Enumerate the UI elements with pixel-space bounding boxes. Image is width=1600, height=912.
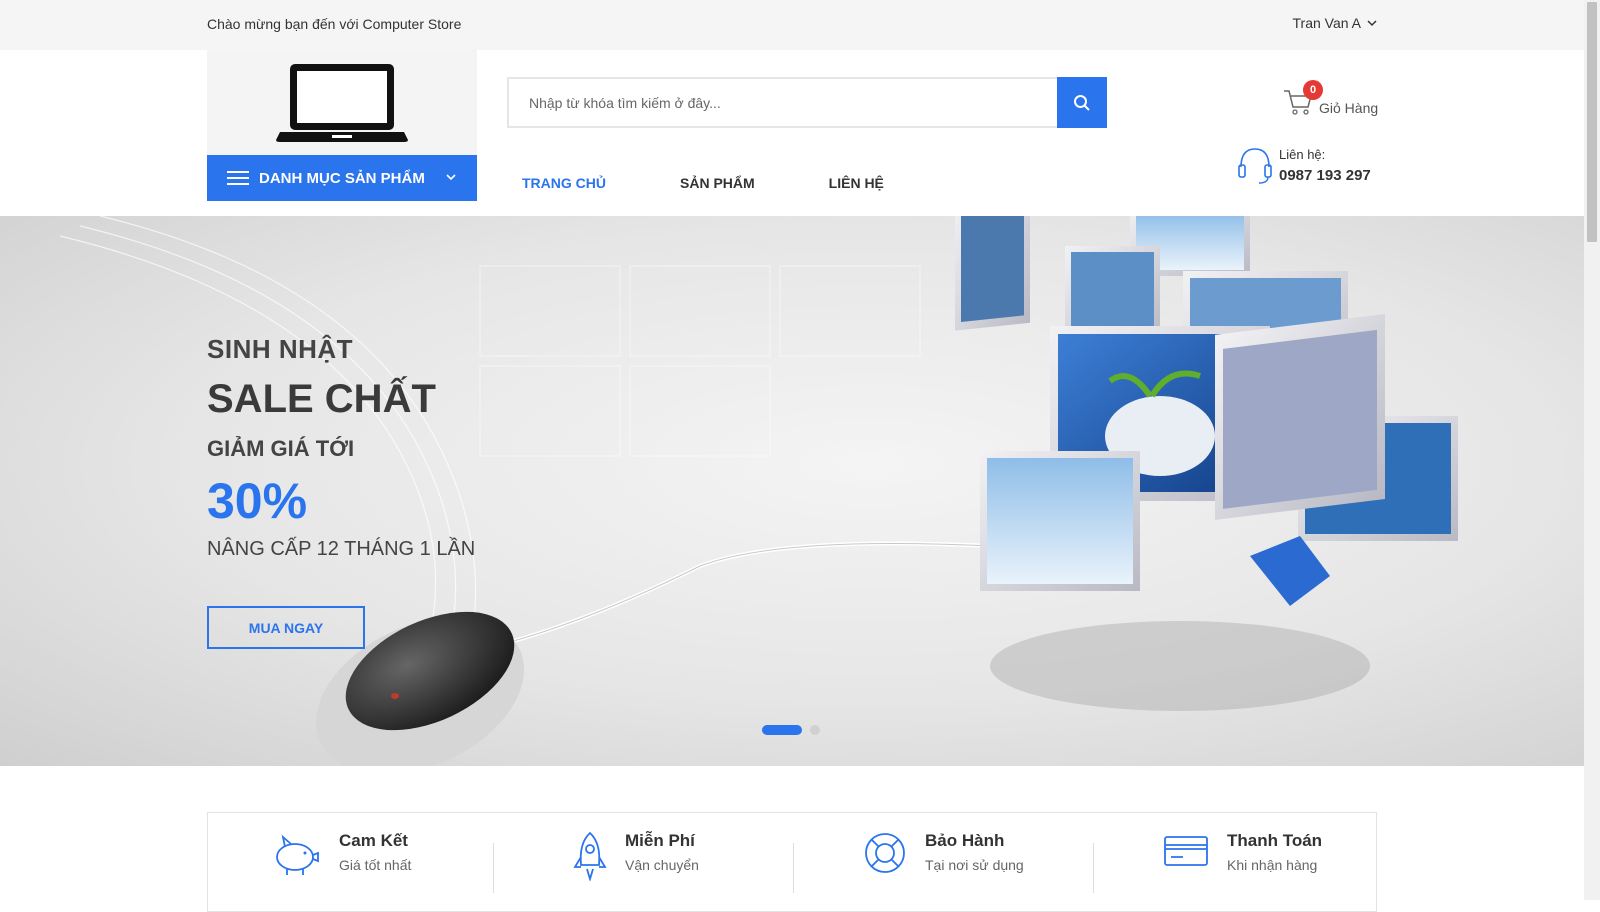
- feature-item: Miễn Phí Vận chuyển: [573, 831, 699, 881]
- banner-line-3: GIẢM GIÁ TỚI: [207, 436, 355, 461]
- credit-card-icon: [1164, 836, 1208, 866]
- feature-title: Thanh Toán: [1227, 831, 1323, 850]
- welcome-text: Chào mừng bạn đến với Computer Store: [207, 16, 462, 32]
- search-bar: [507, 77, 1107, 128]
- cart-button[interactable]: 0 Giỏ Hàng: [1283, 80, 1383, 120]
- slide-dot-2[interactable]: [810, 725, 820, 735]
- feature-subtitle: Vận chuyển: [625, 857, 699, 873]
- feature-item: Bảo Hành Tại nơi sử dụng: [863, 831, 1024, 875]
- feature-item: Cam Kết Giá tốt nhất: [271, 831, 411, 877]
- rocket-icon: [573, 831, 607, 881]
- nav-contact[interactable]: LIÊN HỆ: [829, 175, 884, 191]
- features-strip: Cam Kết Giá tốt nhất Miễn Phí Vận chuyển…: [207, 812, 1377, 912]
- feature-title: Cam Kết: [339, 831, 408, 850]
- feature-item: Thanh Toán Khi nhận hàng: [1163, 831, 1322, 873]
- feature-title: Miễn Phí: [625, 831, 695, 850]
- buy-now-button[interactable]: MUA NGAY: [207, 606, 365, 649]
- search-input[interactable]: [509, 79, 1057, 126]
- divider: [1093, 843, 1094, 893]
- headset-icon: [1238, 148, 1272, 184]
- category-menu-button[interactable]: DANH MỤC SẢN PHẨM: [207, 155, 477, 201]
- divider: [493, 843, 494, 893]
- search-icon: [1074, 94, 1090, 111]
- page-scrollbar[interactable]: [1584, 0, 1600, 900]
- scrollbar-thumb[interactable]: [1587, 2, 1597, 242]
- slider-dots: [762, 725, 820, 735]
- laptop-icon: [276, 64, 408, 142]
- feature-title: Bảo Hành: [925, 831, 1005, 850]
- top-bar: Chào mừng bạn đến với Computer Store Tra…: [0, 0, 1584, 50]
- contact-phone[interactable]: 0987 193 297: [1279, 167, 1371, 184]
- slide-text: SINH NHẬT SALE CHẤT GIẢM GIÁ TỚI 30% NÂN…: [207, 334, 475, 561]
- user-name: Tran Van A: [1292, 15, 1361, 31]
- contact-info: Liên hệ: 0987 193 297: [1237, 145, 1371, 190]
- piggy-bank-icon: [276, 834, 319, 875]
- feature-subtitle: Khi nhận hàng: [1227, 857, 1318, 873]
- user-menu[interactable]: Tran Van A: [1293, 15, 1377, 31]
- nav-products[interactable]: SẢN PHẨM: [680, 175, 755, 191]
- banner-line-1: SINH NHẬT: [207, 334, 354, 364]
- feature-subtitle: Tại nơi sử dụng: [925, 857, 1024, 873]
- hamburger-icon: [227, 171, 249, 185]
- category-label: DANH MỤC SẢN PHẨM: [259, 169, 425, 187]
- nav-home[interactable]: TRANG CHỦ: [522, 175, 606, 191]
- banner-line-2: SALE CHẤT: [207, 377, 436, 421]
- banner-line-5: NÂNG CẤP 12 THÁNG 1 LẦN: [207, 538, 476, 560]
- slide-dot-1[interactable]: [762, 725, 802, 735]
- banner-discount: 30%: [207, 473, 308, 529]
- divider: [793, 843, 794, 893]
- chevron-down-icon: [1367, 20, 1377, 27]
- main-nav: TRANG CHỦ SẢN PHẨM LIÊN HỆ: [522, 175, 884, 191]
- hero-banner: SINH NHẬT SALE CHẤT GIẢM GIÁ TỚI 30% NÂN…: [0, 216, 1584, 766]
- feature-subtitle: Giá tốt nhất: [339, 857, 412, 873]
- lifebuoy-icon: [865, 833, 905, 873]
- contact-label: Liên hệ:: [1279, 147, 1326, 162]
- store-logo[interactable]: [207, 50, 477, 156]
- search-button[interactable]: [1057, 77, 1107, 128]
- chevron-down-icon: [446, 174, 456, 181]
- cart-count-badge: 0: [1303, 80, 1323, 100]
- cart-label: Giỏ Hàng: [1319, 100, 1379, 116]
